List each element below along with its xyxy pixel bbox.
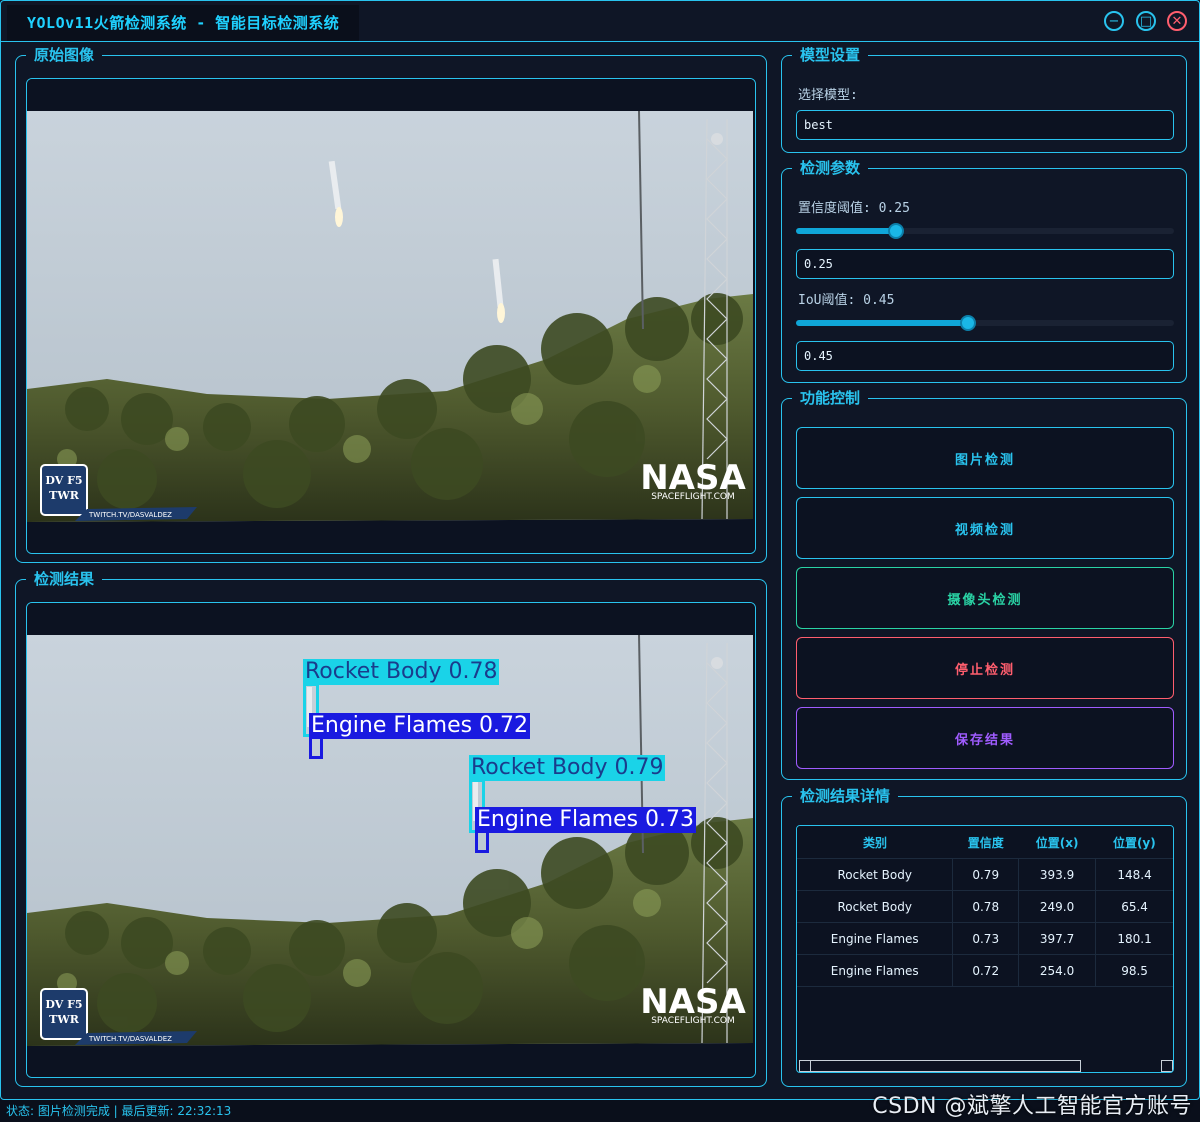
original-image: DV F5 TWR TWITCH.TV/DASVALDEZ NASA SPACE… [27,79,755,553]
horizontal-scrollbar[interactable] [799,1060,1081,1072]
detection-label: Rocket Body 0.79 [469,755,666,781]
detection-label: Rocket Body 0.78 [303,659,500,685]
cell-class: Rocket Body [797,858,954,891]
title-divider [1,41,1199,42]
column-header-x[interactable]: 位置(x) [1018,826,1096,859]
window-title: YOLOv11火箭检测系统 - 智能目标检测系统 [7,5,360,41]
scroll-corner [1161,1060,1173,1072]
cell-confidence: 0.79 [952,858,1020,891]
result-image-frame: DV F5 TWR TWITCH.TV/DASVALDEZ NASA SPACE… [26,602,756,1078]
svg-text:TWR: TWR [49,489,80,502]
minimize-button[interactable]: − [1104,11,1124,31]
save-results-button[interactable]: 保存结果 [796,707,1174,769]
table-row[interactable]: Engine Flames 0.72 254.0 98.5 [797,954,1173,987]
model-select-label: 选择模型: [798,88,858,103]
cell-y: 180.1 [1095,922,1173,955]
cell-class: Engine Flames [797,922,954,955]
iou-slider[interactable] [796,315,1174,331]
camera-detect-button[interactable]: 摄像头检测 [796,567,1174,629]
svg-text:TWR: TWR [49,1013,80,1026]
function-control-panel: 功能控制 图片检测 视频检测 摄像头检测 停止检测 保存结果 [781,388,1187,780]
cell-y: 98.5 [1095,954,1173,987]
iou-slider-fill [796,320,968,326]
image-detect-button[interactable]: 图片检测 [796,427,1174,489]
function-control-title: 功能控制 [792,388,869,408]
iou-input[interactable]: 0.45 [796,341,1174,371]
confidence-slider-handle[interactable] [888,223,904,239]
confidence-slider-fill [796,228,896,234]
cell-x: 397.7 [1018,922,1097,955]
detection-result-panel: 检测结果 DV F5 TWR TWITCH.TV/DASVALDEZ NASA … [15,569,767,1087]
scroll-left-icon[interactable] [800,1061,811,1071]
detection-label: Engine Flames 0.73 [475,807,697,833]
table-header-row: 类别 置信度 位置(x) 位置(y) [797,826,1173,859]
cell-confidence: 0.73 [952,922,1020,955]
table-row[interactable]: Rocket Body 0.78 249.0 65.4 [797,890,1173,923]
svg-text:SPACEFLIGHT.COM: SPACEFLIGHT.COM [651,1016,735,1026]
svg-text:TWITCH.TV/DASVALDEZ: TWITCH.TV/DASVALDEZ [88,511,172,519]
model-settings-panel: 模型设置 选择模型: best [781,45,1187,153]
maximize-icon: □ [1139,13,1153,29]
table-row[interactable]: Engine Flames 0.73 397.7 180.1 [797,922,1173,955]
title-bar: YOLOv11火箭检测系统 - 智能目标检测系统 − □ ✕ [1,1,1199,43]
model-settings-title: 模型设置 [792,45,869,65]
iou-label: IoU阈值: 0.45 [798,293,895,308]
svg-text:SPACEFLIGHT.COM: SPACEFLIGHT.COM [651,492,735,502]
column-header-confidence[interactable]: 置信度 [952,826,1019,859]
status-text: 状态: 图片检测完成 | 最后更新: 22:32:13 [6,1104,232,1118]
original-image-title: 原始图像 [26,45,103,65]
detection-params-title: 检测参数 [792,158,869,178]
original-image-frame: DV F5 TWR TWITCH.TV/DASVALDEZ NASA SPACE… [26,78,756,554]
column-header-y[interactable]: 位置(y) [1095,826,1173,859]
detection-details-title: 检测结果详情 [792,786,899,806]
cell-x: 249.0 [1018,890,1097,923]
detection-result-title: 检测结果 [26,569,103,589]
csdn-watermark: CSDN @斌擎人工智能官方账号 [872,1094,1192,1119]
cell-x: 393.9 [1018,858,1097,891]
cell-y: 148.4 [1095,858,1173,891]
close-icon: ✕ [1171,13,1183,29]
iou-slider-handle[interactable] [960,315,976,331]
original-image-panel: 原始图像 DV F5 TWR TWITCH.TV/DASVALDEZ NASA … [15,45,767,563]
confidence-input[interactable]: 0.25 [796,249,1174,279]
svg-text:DV F5: DV F5 [45,998,82,1011]
cell-class: Rocket Body [797,890,954,923]
confidence-label: 置信度阈值: 0.25 [798,201,910,216]
model-select[interactable]: best [796,110,1174,140]
detection-params-panel: 检测参数 置信度阈值: 0.25 0.25 IoU阈值: 0.45 0.45 [781,158,1187,383]
stop-detect-button[interactable]: 停止检测 [796,637,1174,699]
table-row[interactable]: Rocket Body 0.79 393.9 148.4 [797,858,1173,891]
detection-label: Engine Flames 0.72 [309,713,531,739]
detection-details-panel: 检测结果详情 类别 置信度 位置(x) 位置(y) Rocket Body 0.… [781,786,1187,1087]
app-window: YOLOv11火箭检测系统 - 智能目标检测系统 − □ ✕ 原始图像 DV F… [0,0,1200,1100]
cell-class: Engine Flames [797,954,954,987]
svg-text:DV F5: DV F5 [45,474,82,487]
column-header-class[interactable]: 类别 [797,826,953,859]
minimize-icon: − [1108,13,1120,29]
maximize-button[interactable]: □ [1136,11,1156,31]
video-detect-button[interactable]: 视频检测 [796,497,1174,559]
cell-confidence: 0.78 [952,890,1020,923]
confidence-slider[interactable] [796,223,1174,239]
close-button[interactable]: ✕ [1167,11,1187,31]
cell-confidence: 0.72 [952,954,1020,987]
cell-y: 65.4 [1095,890,1173,923]
results-table-frame: 类别 置信度 位置(x) 位置(y) Rocket Body 0.79 393.… [796,825,1174,1073]
results-table: 类别 置信度 位置(x) 位置(y) Rocket Body 0.79 393.… [797,826,1173,987]
cell-x: 254.0 [1018,954,1097,987]
svg-text:TWITCH.TV/DASVALDEZ: TWITCH.TV/DASVALDEZ [88,1035,172,1043]
